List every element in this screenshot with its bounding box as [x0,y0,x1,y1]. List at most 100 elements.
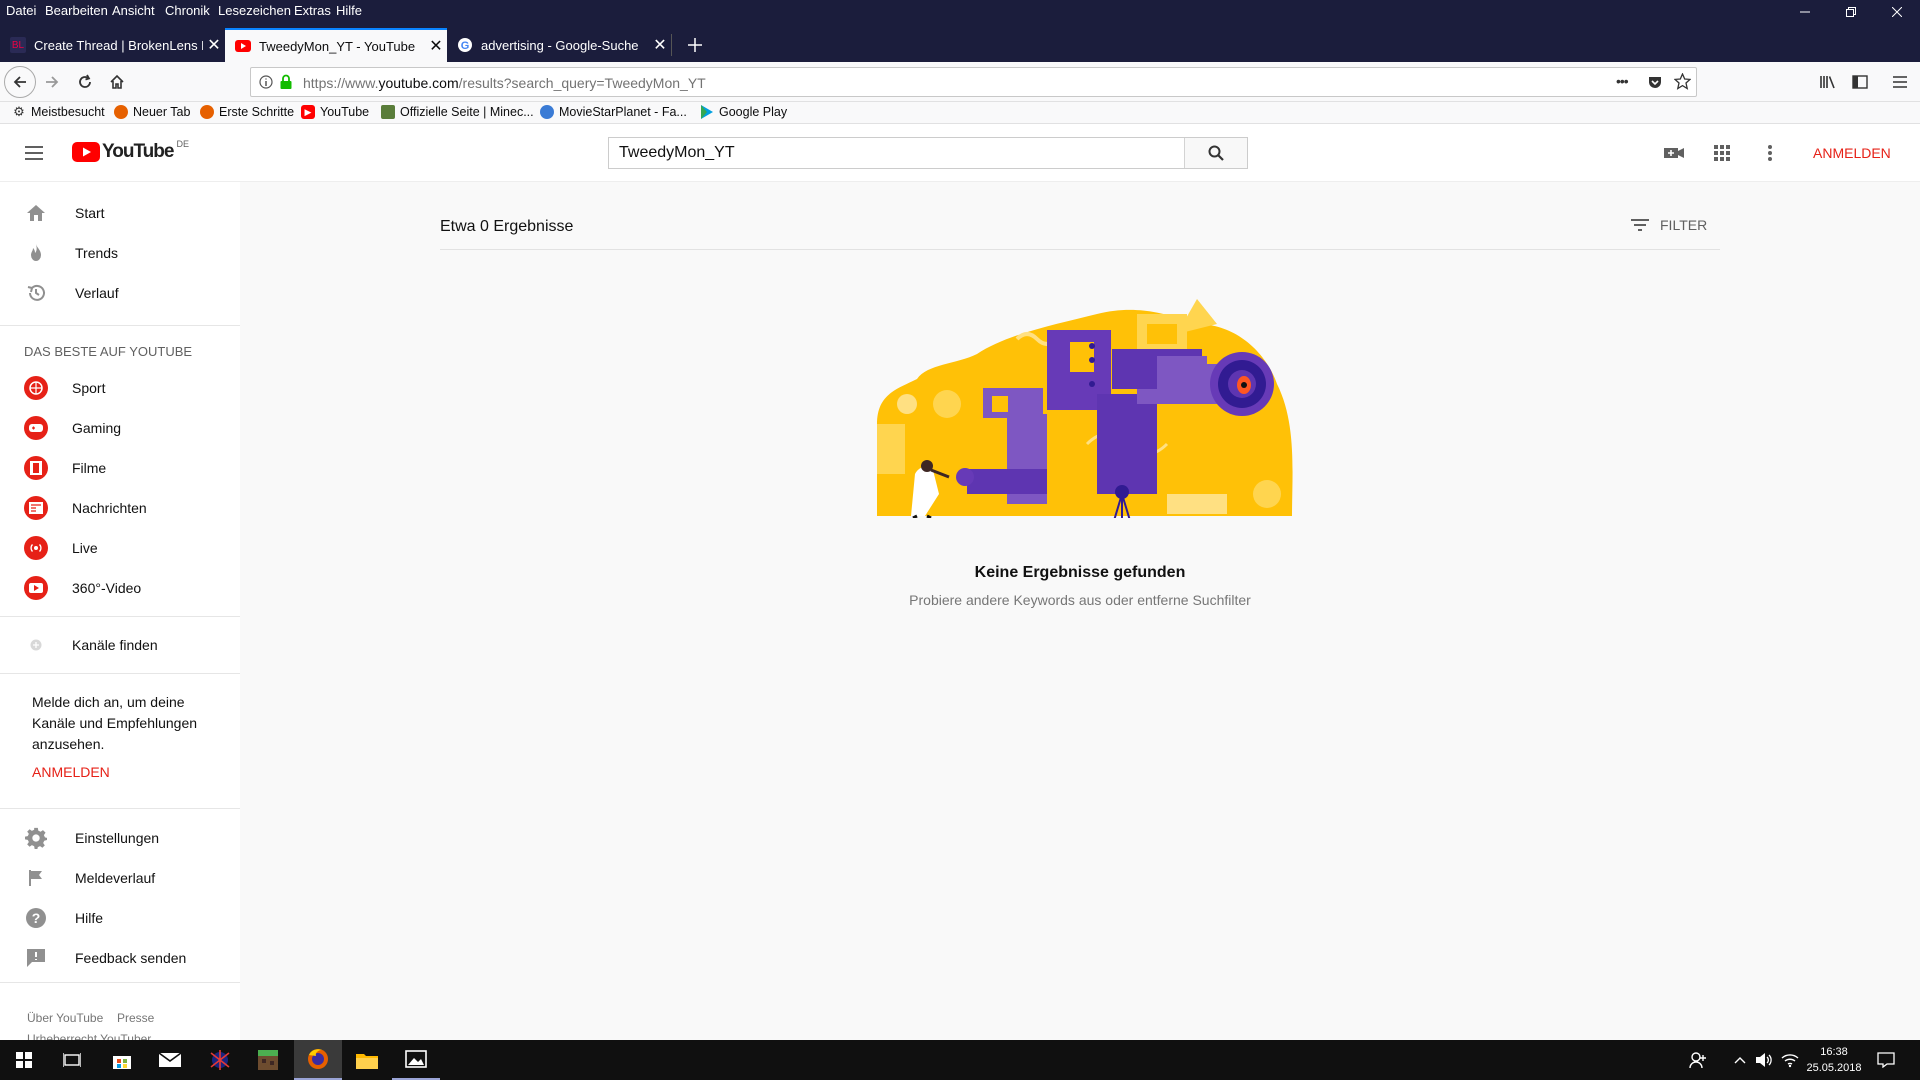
footer-link-about[interactable]: Über YouTube [27,1011,103,1025]
apps-button[interactable] [1710,141,1734,170]
sidebar-item-trends[interactable]: Trends [0,233,240,273]
sidebar-item-meldeverlauf[interactable]: Meldeverlauf [0,858,240,898]
bookmark-meistbesucht[interactable]: ⚙ Meistbesucht [12,104,104,119]
clock[interactable]: 16:38 25.05.2018 [1804,1044,1864,1076]
gear-icon [24,826,48,850]
photos-button[interactable] [392,1040,440,1080]
menu-hilfe[interactable]: Hilfe [336,3,362,18]
no-results-illustration [867,294,1297,535]
minecraft-button[interactable] [244,1040,292,1080]
library-button[interactable] [1812,66,1844,98]
bookmark-neuer-tab[interactable]: Neuer Tab [114,105,190,119]
menu-lesezeichen[interactable]: Lesezeichen [218,3,291,18]
tab-close-icon[interactable]: ✕ [203,35,225,55]
sidebar-item-nachrichten[interactable]: Nachrichten [0,488,240,528]
close-window-button[interactable] [1874,0,1920,24]
tab-close-icon[interactable]: ✕ [649,35,671,55]
sidebar-item-label: Start [75,205,105,221]
start-button[interactable] [0,1040,48,1080]
mail-button[interactable] [146,1040,194,1080]
task-view-button[interactable] [48,1040,96,1080]
menu-extras[interactable]: Extras [294,3,331,18]
app-spider-button[interactable] [196,1040,244,1080]
sidebar-item-hilfe[interactable]: ? Hilfe [0,898,240,938]
hamburger-menu-button[interactable] [1884,66,1916,98]
volume-button[interactable] [1752,1040,1776,1080]
network-button[interactable] [1778,1040,1802,1080]
sidebar-item-live[interactable]: Live [0,528,240,568]
footer-link-press[interactable]: Presse [117,1011,154,1025]
minecraft-icon [258,1050,278,1070]
sidebar-item-verlauf[interactable]: Verlauf [0,273,240,313]
tab-close-icon[interactable]: ✕ [425,36,447,56]
filter-icon [1631,219,1649,231]
sidebar-item-kanaele-finden[interactable]: Kanäle finden [0,625,240,665]
sidebar-toggle-button[interactable] [1844,66,1876,98]
bookmark-erste-schritte[interactable]: Erste Schritte [200,105,294,119]
sidebar-item-einstellungen[interactable]: Einstellungen [0,818,240,858]
bookmark-youtube[interactable]: ▶ YouTube [301,105,369,119]
tab-brokenlens[interactable]: BL Create Thread | BrokenLens Fo ✕ [0,28,225,62]
firefox-button[interactable] [294,1040,342,1080]
guide-menu-button[interactable] [22,141,46,170]
task-view-icon [63,1053,81,1067]
back-button[interactable] [4,66,36,98]
footer-link-copyright[interactable]: Urheberrecht YouTuber [27,1032,151,1040]
menu-bearbeiten[interactable]: Bearbeiten [45,3,108,18]
bookmark-minecraft[interactable]: Offizielle Seite | Minec... [381,105,534,119]
url-text: https://www.youtube.com/results?search_q… [303,75,706,91]
action-center-button[interactable] [1866,1040,1906,1080]
search-input[interactable] [609,138,1183,168]
sidebar-item-filme[interactable]: Filme [0,448,240,488]
search-icon [1208,145,1224,161]
sidebar-item-sport[interactable]: Sport [0,368,240,408]
minimize-button[interactable] [1782,0,1828,24]
divider [0,616,240,617]
pocket-icon[interactable] [1647,74,1663,93]
sport-icon [24,376,48,400]
sidebar-signin-link[interactable]: ANMELDEN [32,764,110,780]
bookmark-moviestarplanet[interactable]: MovieStarPlanet - Fa... [540,105,687,119]
filter-label: FILTER [1660,217,1708,233]
bookmarks-toolbar: ⚙ Meistbesucht Neuer Tab Erste Schritte ▶… [0,102,1920,124]
google-icon: G [457,37,473,53]
sidebar-item-feedback[interactable]: Feedback senden [0,938,240,978]
tray-expand-button[interactable] [1728,1040,1752,1080]
sidebar-item-gaming[interactable]: Gaming [0,408,240,448]
restore-button[interactable] [1828,0,1874,24]
menu-chronik[interactable]: Chronik [165,3,210,18]
file-explorer-button[interactable] [343,1040,391,1080]
menu-ansicht[interactable]: Ansicht [112,3,155,18]
menu-icon [1893,76,1907,88]
bookmark-label: MovieStarPlanet - Fa... [559,105,687,119]
lock-icon[interactable] [279,74,293,93]
page-actions-icon[interactable]: ••• [1616,73,1629,89]
windows-logo-icon [16,1052,32,1068]
tab-google[interactable]: G advertising - Google-Suche ✕ [447,28,671,62]
sidebar-item-start[interactable]: Start [0,193,240,233]
store-button[interactable] [98,1040,146,1080]
sidebar: Start Trends Verlauf DAS BESTE AUF YOUTU… [0,182,240,1040]
filter-button[interactable]: FILTER [1630,217,1707,233]
signin-button[interactable]: ANMELDEN [1813,145,1891,161]
sidebar-item-label: Live [72,540,98,556]
upload-video-button[interactable] [1662,141,1686,170]
bookmark-star-icon[interactable] [1673,72,1692,93]
tab-youtube[interactable]: TweedyMon_YT - YouTube ✕ [225,28,447,62]
forward-button[interactable] [36,66,68,98]
menu-datei[interactable]: Datei [6,3,36,18]
youtube-icon [235,38,251,54]
url-bar[interactable]: https://www.youtube.com/results?search_q… [250,67,1697,97]
new-tab-button[interactable] [680,30,710,60]
search-button[interactable] [1184,138,1247,168]
home-button[interactable] [101,66,133,98]
people-button[interactable] [1680,1040,1716,1080]
more-options-button[interactable] [1758,141,1782,170]
info-icon[interactable] [259,75,273,92]
reload-button[interactable] [69,66,101,98]
sidebar-item-360-video[interactable]: 360°-Video [0,568,240,608]
logo-text: YouTube [102,141,174,162]
bookmark-google-play[interactable]: Google Play [700,105,787,119]
google-play-icon [700,105,714,119]
youtube-logo[interactable]: YouTube DE [72,139,189,163]
